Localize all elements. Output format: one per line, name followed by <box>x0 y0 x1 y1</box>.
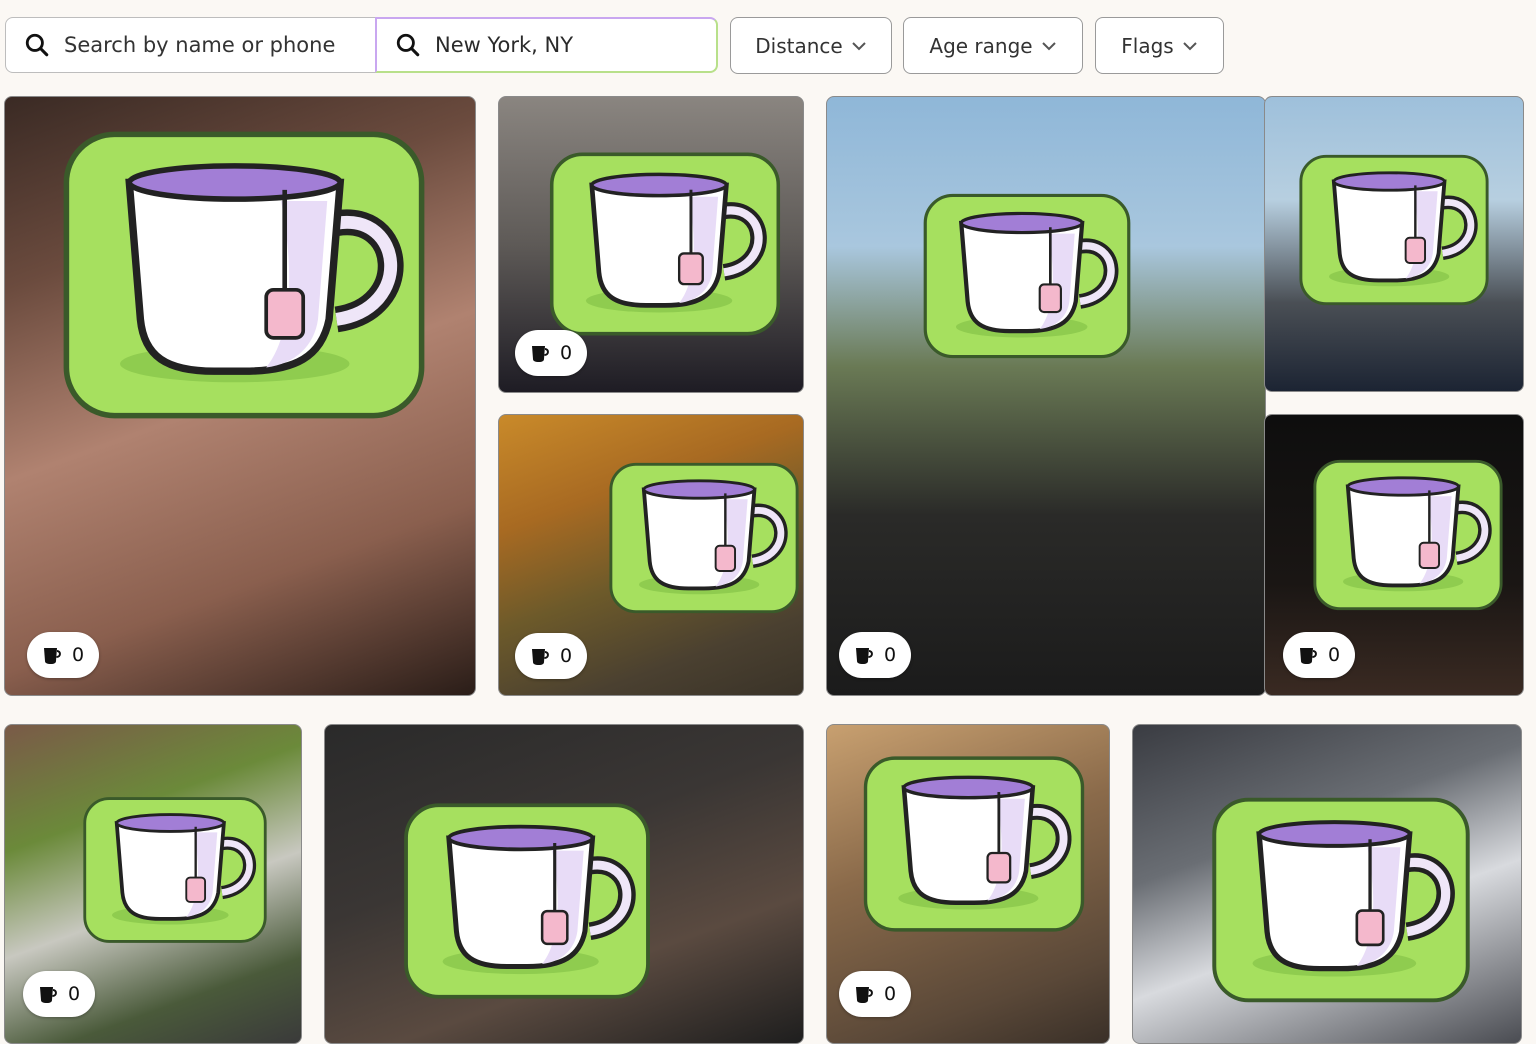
tea-mug-icon <box>861 737 1087 951</box>
profile-card[interactable]: 0 <box>4 724 302 1044</box>
tea-count: 0 <box>883 644 897 666</box>
tea-mug-icon <box>607 447 801 629</box>
tea-count-badge[interactable]: 0 <box>839 632 911 678</box>
tea-mug-icon <box>547 133 783 355</box>
cup-icon <box>1298 645 1318 665</box>
tea-count-badge[interactable]: 0 <box>1283 632 1355 678</box>
tea-mug-icon <box>1297 137 1491 323</box>
tea-mug-icon <box>921 169 1133 383</box>
search-field[interactable] <box>5 17 376 73</box>
tea-mug-icon <box>1311 441 1505 629</box>
search-input[interactable] <box>64 33 354 57</box>
cup-icon <box>38 984 58 1004</box>
chevron-down-icon <box>852 41 866 50</box>
distance-filter-label: Distance <box>755 33 843 58</box>
tea-count: 0 <box>1327 644 1341 666</box>
profile-card[interactable] <box>324 724 804 1044</box>
tea-count: 0 <box>71 644 85 666</box>
location-input[interactable]: New York, NY <box>435 33 573 57</box>
tea-count: 0 <box>883 983 897 1005</box>
tea-count: 0 <box>559 342 573 364</box>
location-field[interactable]: New York, NY <box>375 17 718 73</box>
profile-card[interactable]: 0 <box>4 96 476 696</box>
search-icon <box>25 33 49 57</box>
tea-count-badge[interactable]: 0 <box>515 330 587 376</box>
tea-count: 0 <box>559 645 573 667</box>
profile-card[interactable]: 0 <box>1264 414 1524 696</box>
tea-mug-icon <box>1209 773 1473 1027</box>
cup-icon <box>530 646 550 666</box>
tea-mug-icon <box>59 125 429 425</box>
chevron-down-icon <box>1183 41 1197 50</box>
cup-icon <box>530 343 550 363</box>
cup-icon <box>854 984 874 1004</box>
tea-count-badge[interactable]: 0 <box>23 971 95 1017</box>
profile-card[interactable]: 0 <box>826 96 1266 696</box>
tea-count-badge[interactable]: 0 <box>27 632 99 678</box>
flags-filter-button[interactable]: Flags <box>1095 17 1224 74</box>
cup-icon <box>854 645 874 665</box>
search-icon <box>396 33 420 57</box>
tea-count: 0 <box>67 983 81 1005</box>
age-range-filter-label: Age range <box>929 33 1033 58</box>
profile-card[interactable]: 0 <box>498 96 804 393</box>
flags-filter-label: Flags <box>1121 33 1174 58</box>
distance-filter-button[interactable]: Distance <box>730 17 892 74</box>
tea-count-badge[interactable]: 0 <box>515 633 587 679</box>
profile-card[interactable]: 0 <box>826 724 1110 1044</box>
chevron-down-icon <box>1041 41 1056 50</box>
profile-card[interactable] <box>1264 96 1524 392</box>
age-range-filter-button[interactable]: Age range <box>903 17 1083 74</box>
tea-mug-icon <box>401 783 653 1019</box>
profile-card[interactable]: 0 <box>498 414 804 696</box>
profile-card[interactable] <box>1132 724 1522 1044</box>
tea-count-badge[interactable]: 0 <box>839 971 911 1017</box>
tea-mug-icon <box>81 781 269 959</box>
cup-icon <box>42 645 62 665</box>
